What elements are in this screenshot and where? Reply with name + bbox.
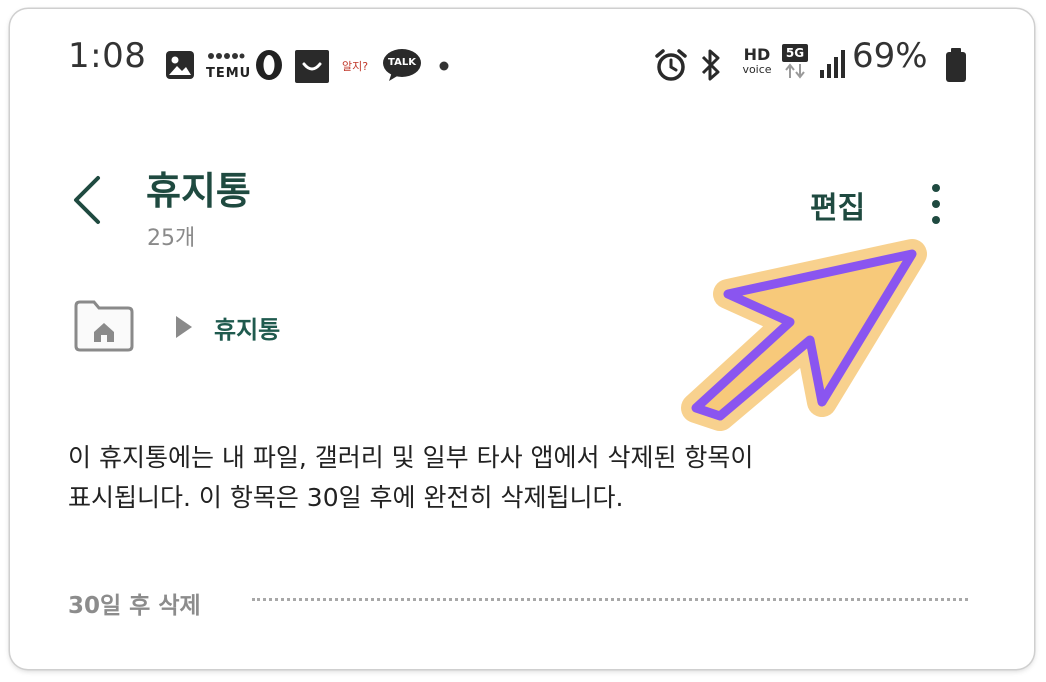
home-folder-button[interactable] (72, 298, 136, 354)
edit-button[interactable]: 편집 (810, 183, 865, 227)
talk-label: TALK (388, 57, 416, 68)
trash-info-text: 이 휴지통에는 내 파일, 갤러리 및 일부 타사 앱에서 삭제된 항목이 표시… (68, 438, 948, 518)
voice-label: voice (742, 63, 772, 76)
section-header-delete-after-30-days: 30일 후 삭제 (68, 593, 201, 619)
temu-label: TEMU (206, 66, 252, 81)
info-line-2: 표시됩니다. 이 항목은 30일 후에 완전히 삭제됩니다. (68, 483, 624, 512)
signal-strength-icon (820, 50, 845, 78)
more-options-button[interactable] (924, 180, 948, 228)
info-line-1: 이 휴지통에는 내 파일, 갤러리 및 일부 타사 앱에서 삭제된 항목이 (68, 443, 754, 472)
back-chevron-icon (74, 176, 100, 224)
screenshot-frame (10, 9, 1034, 669)
bluetooth-icon (701, 49, 720, 81)
alarm-icon (655, 49, 687, 81)
more-notifications-dot-icon (439, 61, 449, 71)
breadcrumb-current[interactable]: 휴지통 (214, 310, 280, 345)
5g-network-icon: 5G (782, 44, 810, 84)
small-app-notification-label: 알지? (342, 60, 369, 73)
temu-notification-icon: TEMU (206, 48, 252, 82)
gallery-notification-icon (166, 51, 194, 79)
5g-label: 5G (782, 44, 808, 62)
back-button[interactable] (66, 172, 106, 228)
hd-label: HD (743, 45, 771, 64)
data-arrows-icon (785, 63, 805, 79)
kakaotalk-notification-icon: TALK (382, 48, 422, 82)
status-time: 1:08 (68, 36, 147, 76)
page-title: 휴지통 (146, 169, 251, 213)
shopping-bag-notification-icon (295, 50, 329, 83)
hd-voice-icon: HD voice (739, 46, 775, 82)
battery-icon (946, 48, 966, 82)
home-folder-icon (74, 300, 134, 352)
more-vertical-icon (932, 184, 940, 224)
item-count: 25개 (147, 226, 196, 251)
section-divider (252, 598, 968, 601)
opera-notification-icon (256, 50, 282, 80)
breadcrumb-separator-icon (176, 316, 192, 338)
battery-percent: 69% (852, 36, 928, 76)
temu-logo-icon (208, 53, 245, 59)
